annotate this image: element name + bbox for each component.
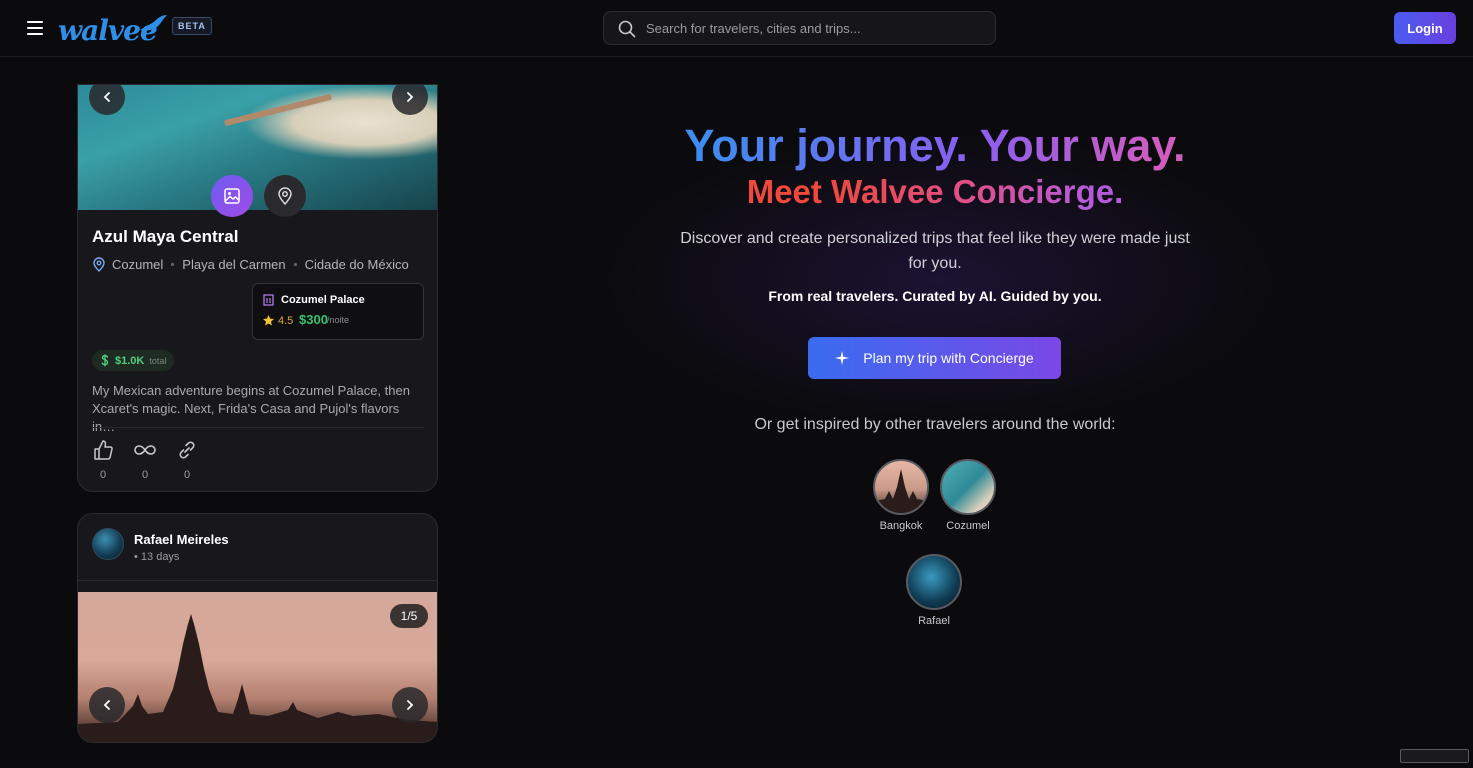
rafael-thumbnail bbox=[906, 554, 962, 610]
sparkle-icon bbox=[835, 351, 850, 365]
hotel-rating: 4.5 bbox=[278, 315, 294, 327]
beta-badge: BETA bbox=[172, 17, 212, 35]
trip-places: Cozumel Playa del Carmen Cidade do Méxic… bbox=[92, 257, 409, 272]
hero-tagline: From real travelers. Curated by AI. Guid… bbox=[768, 288, 1102, 304]
hero-headline: Your journey. Your way. bbox=[560, 120, 1310, 172]
hero-subheadline: Meet Walvee Concierge. bbox=[560, 173, 1310, 211]
cost-value: $1.0K bbox=[115, 354, 145, 367]
place-name[interactable]: Cidade do México bbox=[305, 257, 409, 272]
avatar[interactable] bbox=[92, 528, 124, 560]
bird-icon bbox=[140, 15, 167, 31]
dollar-icon bbox=[101, 354, 109, 367]
trip-card[interactable]: Azul Maya Central Cozumel Playa del Carm… bbox=[77, 84, 438, 492]
trip-title[interactable]: Azul Maya Central bbox=[92, 227, 238, 247]
chevron-left-icon bbox=[103, 92, 110, 102]
temple-thumb-icon bbox=[875, 469, 927, 513]
corner-badge bbox=[1400, 749, 1469, 763]
link-count: 0 bbox=[183, 469, 191, 481]
next-photo-button[interactable] bbox=[392, 687, 428, 723]
photo-counter: 1/5 bbox=[390, 604, 428, 628]
chevron-left-icon bbox=[103, 700, 110, 710]
search-bar[interactable] bbox=[603, 11, 996, 45]
bubble-label: Rafael bbox=[918, 615, 950, 627]
hero-description: Discover and create personalized trips t… bbox=[680, 230, 1190, 272]
like-count: 0 bbox=[99, 469, 107, 481]
loop-button[interactable]: 0 bbox=[134, 439, 156, 481]
pier-shape bbox=[223, 93, 333, 127]
link-icon bbox=[179, 441, 195, 459]
divider bbox=[92, 427, 424, 428]
bangkok-thumbnail bbox=[873, 459, 929, 515]
hotel-name: Cozumel Palace bbox=[281, 294, 365, 306]
top-bar: walvee BETA Login bbox=[0, 0, 1473, 57]
chevron-right-icon bbox=[407, 700, 414, 710]
login-button[interactable]: Login bbox=[1394, 12, 1456, 44]
photos-toggle-button[interactable] bbox=[211, 175, 253, 217]
like-button[interactable]: 0 bbox=[92, 439, 114, 481]
post-photo bbox=[78, 592, 437, 742]
walvee-logo[interactable]: walvee bbox=[58, 12, 168, 47]
bubble-rafael[interactable]: Rafael bbox=[894, 554, 974, 627]
star-icon bbox=[263, 315, 274, 326]
hotel-price: $300 bbox=[299, 312, 328, 327]
bubble-cozumel[interactable]: Cozumel bbox=[928, 459, 1008, 532]
prev-photo-button[interactable] bbox=[89, 687, 125, 723]
temple-silhouette bbox=[78, 614, 437, 742]
hotel-price-unit: /noite bbox=[327, 315, 350, 325]
hotel-card[interactable]: Cozumel Palace 4.5 $300 /noite bbox=[252, 283, 424, 340]
search-input[interactable] bbox=[646, 12, 986, 44]
trip-cost-badge: $1.0K total bbox=[92, 350, 175, 371]
plan-trip-button[interactable]: Plan my trip with Concierge bbox=[808, 337, 1061, 379]
thumbs-up-icon bbox=[94, 440, 113, 460]
chevron-right-icon bbox=[407, 92, 414, 102]
map-toggle-button[interactable] bbox=[264, 175, 306, 217]
loop-count: 0 bbox=[141, 469, 149, 481]
divider bbox=[78, 580, 437, 581]
search-icon bbox=[618, 20, 636, 38]
infinity-icon bbox=[134, 445, 156, 455]
trip-photo bbox=[78, 85, 437, 210]
cozumel-thumbnail bbox=[940, 459, 996, 515]
location-pin-icon bbox=[93, 257, 105, 272]
traveler-post-card[interactable]: Rafael Meireles • 13 days 1/5 bbox=[77, 513, 438, 743]
hamburger-menu-icon[interactable] bbox=[24, 17, 46, 39]
bubble-label: Cozumel bbox=[946, 520, 990, 532]
place-name[interactable]: Cozumel bbox=[112, 257, 163, 272]
separator-dot bbox=[171, 263, 175, 266]
share-link-button[interactable]: 0 bbox=[176, 439, 198, 481]
cost-unit: total bbox=[149, 355, 167, 366]
inspired-text: Or get inspired by other travelers aroun… bbox=[754, 416, 1116, 433]
plan-trip-label: Plan my trip with Concierge bbox=[863, 350, 1034, 366]
trip-duration: • 13 days bbox=[134, 551, 180, 563]
place-name[interactable]: Playa del Carmen bbox=[182, 257, 285, 272]
hotel-icon bbox=[263, 294, 274, 306]
separator-dot bbox=[293, 263, 297, 266]
image-icon bbox=[224, 188, 240, 204]
user-name[interactable]: Rafael Meireles bbox=[134, 532, 229, 547]
map-pin-icon bbox=[278, 187, 292, 205]
